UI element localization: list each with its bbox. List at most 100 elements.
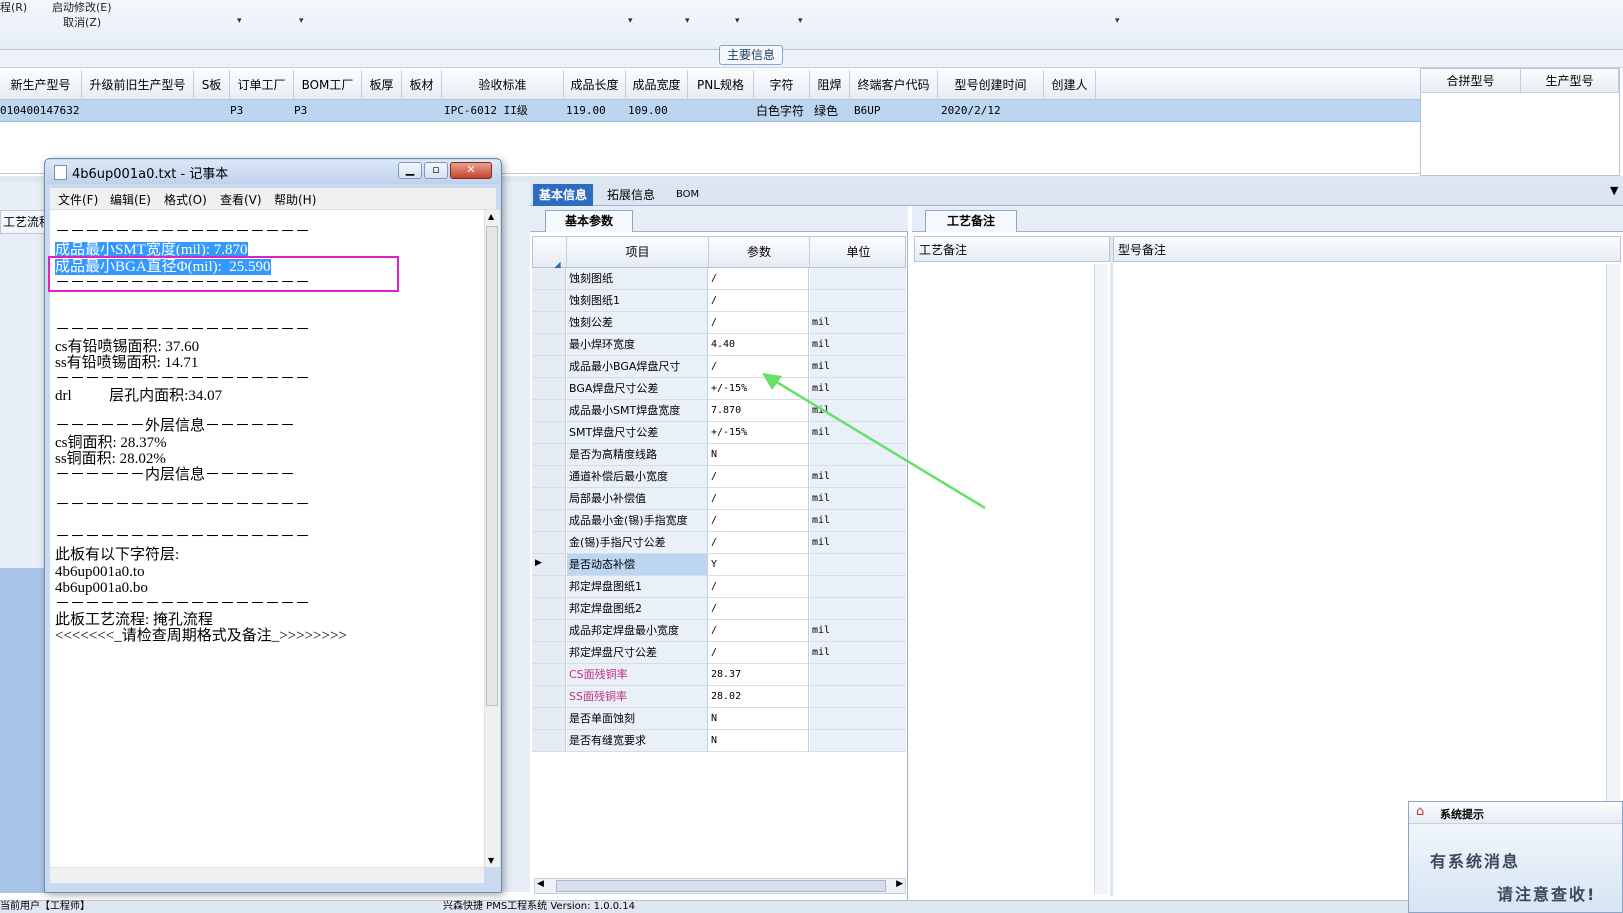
row-selector[interactable]	[532, 598, 566, 619]
header-unit[interactable]: 单位	[810, 237, 907, 267]
row-selector[interactable]	[532, 488, 566, 509]
param-value-cell[interactable]: /	[709, 312, 809, 333]
dropdown-caret-icon[interactable]: ▾	[685, 16, 690, 26]
params-scroll-thumb[interactable]	[556, 880, 886, 892]
grid-header-cell[interactable]: 订单工厂	[230, 70, 294, 100]
menu-format[interactable]: 格式(O)	[164, 191, 207, 208]
table-row[interactable]: 最小焊环宽度 4.40 mil	[532, 334, 906, 356]
row-selector[interactable]	[532, 400, 566, 421]
table-row[interactable]: CS面残铜率 28.37	[532, 664, 906, 686]
param-unit-cell[interactable]	[810, 554, 906, 575]
toolbar-item-process[interactable]: 程(R)	[0, 0, 27, 15]
row-selector[interactable]	[532, 466, 566, 487]
param-unit-cell[interactable]	[810, 664, 906, 685]
param-unit-cell[interactable]: mil	[810, 642, 906, 663]
param-value-cell[interactable]: 4.40	[709, 334, 809, 355]
grid-cell[interactable]: 119.00	[566, 100, 624, 122]
row-selector[interactable]	[532, 334, 566, 355]
grid-cell[interactable]: P3	[230, 100, 260, 122]
tab-extended-info[interactable]: 拓展信息	[601, 184, 661, 206]
row-selector[interactable]	[532, 730, 566, 751]
row-selector[interactable]	[532, 290, 566, 311]
row-selector[interactable]	[532, 664, 566, 685]
param-unit-cell[interactable]: mil	[810, 334, 906, 355]
main-info-label[interactable]: 主要信息	[719, 45, 783, 65]
grid-header-cell[interactable]: S板	[194, 70, 230, 100]
maximize-button[interactable]: ▫	[424, 162, 448, 179]
param-value-cell[interactable]: /	[709, 290, 809, 311]
table-row[interactable]: 是否单面蚀刻 N	[532, 708, 906, 730]
grid-cell[interactable]: 绿色	[814, 100, 850, 122]
table-row[interactable]: 蚀刻公差 / mil	[532, 312, 906, 334]
menu-view[interactable]: 查看(V)	[220, 191, 262, 208]
grid-header-cell[interactable]: 阻焊	[810, 70, 850, 100]
grid-cell[interactable]: 白色字符	[756, 100, 810, 122]
scroll-right-icon[interactable]: ▶	[896, 879, 903, 889]
table-row[interactable]: 邦定焊盘图纸2/	[532, 598, 906, 620]
toolbar-item-cancel[interactable]: 取消(Z)	[63, 14, 101, 30]
grid-header-cell[interactable]: 终端客户代码	[850, 70, 938, 100]
param-unit-cell[interactable]	[810, 730, 906, 751]
table-row[interactable]: SS面残铜率 28.02	[532, 686, 906, 708]
table-row[interactable]: 蚀刻图纸 /	[532, 268, 906, 290]
tab-bom[interactable]: BOM	[670, 184, 705, 206]
row-selector[interactable]	[532, 268, 566, 289]
grid-cell[interactable]: 2020/2/12	[941, 100, 1041, 122]
param-unit-cell[interactable]	[810, 268, 906, 289]
side-header-cell[interactable]: 合拼型号	[1421, 69, 1521, 93]
param-value-cell[interactable]: N	[709, 730, 809, 751]
scroll-left-icon[interactable]: ◀	[537, 879, 544, 889]
menu-file[interactable]: 文件(F)	[58, 191, 98, 208]
table-row[interactable]: 成品最小金(锡)手指宽度 / mil	[532, 510, 906, 532]
table-row[interactable]: 是否有缝宽要求 N	[532, 730, 906, 752]
row-selector[interactable]: ▶	[532, 554, 566, 575]
grid-cell[interactable]: P3	[294, 100, 324, 122]
param-value-cell[interactable]: N	[709, 708, 809, 729]
minimize-button[interactable]: ▁	[398, 162, 422, 179]
row-selector[interactable]	[532, 312, 566, 333]
grid-cell[interactable]: B6UP	[854, 100, 938, 122]
table-row[interactable]: ▶ 是否动态补偿 Y	[532, 554, 906, 576]
grid-cell[interactable]: 010400147632	[0, 100, 82, 122]
table-row[interactable]: 邦定焊盘图纸1/	[532, 576, 906, 598]
param-unit-cell[interactable]	[810, 708, 906, 729]
menu-help[interactable]: 帮助(H)	[274, 191, 316, 208]
scroll-down-icon[interactable]: ▼	[488, 856, 494, 865]
close-button[interactable]: ✕	[450, 162, 492, 179]
row-selector[interactable]	[532, 620, 566, 641]
param-value-cell[interactable]: /	[709, 620, 809, 641]
grid-header-cell[interactable]: 新生产型号	[0, 70, 82, 100]
param-unit-cell[interactable]: mil	[810, 532, 906, 553]
grid-header-cell[interactable]: 成品宽度	[626, 70, 688, 100]
param-value-cell[interactable]: /	[709, 532, 809, 553]
row-selector[interactable]	[532, 576, 566, 597]
row-selector[interactable]	[532, 378, 566, 399]
table-row[interactable]: 010400147632 P3 P3 IPC-6012 II级 119.00 1…	[0, 100, 1420, 122]
param-unit-cell[interactable]	[810, 598, 906, 619]
header-param[interactable]: 参数	[709, 237, 810, 267]
model-notes-scrollbar[interactable]	[1606, 264, 1620, 894]
dropdown-caret-icon[interactable]: ▾	[237, 16, 242, 26]
row-selector[interactable]	[532, 422, 566, 443]
row-selector[interactable]	[532, 708, 566, 729]
grid-cell[interactable]: 109.00	[628, 100, 686, 122]
dropdown-caret-icon[interactable]: ▾	[628, 16, 633, 26]
notes-divider[interactable]	[1110, 236, 1113, 896]
param-value-cell[interactable]: Y	[709, 554, 809, 575]
grid-header-cell[interactable]: 板材	[402, 70, 442, 100]
table-row[interactable]: 邦定焊盘尺寸公差 / mil	[532, 642, 906, 664]
param-value-cell[interactable]: /	[709, 510, 809, 531]
scroll-up-icon[interactable]: ▲	[488, 212, 494, 221]
param-unit-cell[interactable]: mil	[810, 620, 906, 641]
chevron-down-icon[interactable]: ▼	[1610, 184, 1618, 197]
grid-header-cell[interactable]: 成品长度	[564, 70, 626, 100]
param-unit-cell[interactable]: mil	[810, 510, 906, 531]
tab-basic-info[interactable]: 基本信息	[533, 184, 594, 206]
param-unit-cell[interactable]	[810, 686, 906, 707]
grid-header-cell[interactable]: 型号创建时间	[938, 70, 1044, 100]
grid-header-cell[interactable]: BOM工厂	[294, 70, 362, 100]
param-value-cell[interactable]: 28.02	[709, 686, 809, 707]
grid-header-cell[interactable]: 字符	[754, 70, 810, 100]
table-row[interactable]: 金(锡)手指尺寸公差 / mil	[532, 532, 906, 554]
process-notes-scrollbar[interactable]	[1094, 264, 1108, 894]
